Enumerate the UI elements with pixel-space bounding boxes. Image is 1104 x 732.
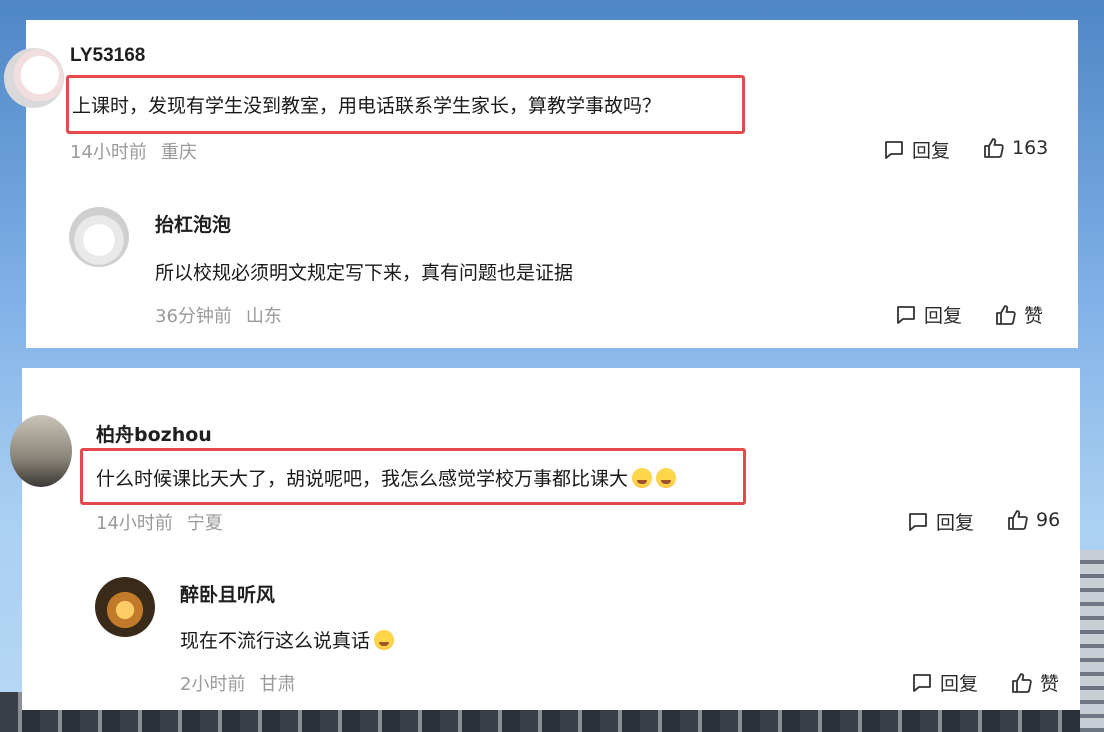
- comment-location: 重庆: [160, 142, 197, 163]
- comment-card-1: LY53168 上课时，发现有学生没到教室，用电话联系学生家长，算教学事故吗？ …: [4, 20, 1078, 348]
- laughing-crying-emoji-icon: [656, 468, 677, 488]
- like-button[interactable]: 96: [1006, 508, 1060, 532]
- comment-meta: 14小时前 重庆: [70, 138, 211, 164]
- like-button[interactable]: 163: [982, 136, 1048, 160]
- thumbs-up-icon: [984, 138, 1004, 158]
- comment-time: 14小时前: [96, 513, 173, 534]
- comment-username[interactable]: 柏舟bozhou: [96, 420, 212, 447]
- reply-button[interactable]: 回复: [894, 301, 962, 328]
- reply-text: 现在不流行这么说真话: [180, 626, 395, 653]
- comment-bubble-icon: [885, 140, 903, 159]
- thumbs-up-icon: [1012, 672, 1032, 693]
- reply-meta: 36分钟前 山东: [155, 302, 296, 328]
- comment-bubble-icon: [909, 512, 927, 531]
- like-count: 163: [1012, 137, 1049, 159]
- background-building-right: [1080, 550, 1104, 732]
- avatar[interactable]: [69, 207, 129, 267]
- comment-text: 什么时候课比天大了，胡说呢吧，我怎么感觉学校万事都比课大: [96, 464, 677, 491]
- reply-button[interactable]: 回复: [882, 136, 950, 163]
- like-label: 赞: [1024, 305, 1044, 327]
- like-button[interactable]: 赞: [994, 301, 1043, 328]
- comment-card-2: 柏舟bozhou 什么时候课比天大了，胡说呢吧，我怎么感觉学校万事都比课大 14…: [10, 368, 1080, 710]
- like-count: 96: [1036, 509, 1061, 531]
- reply-time: 36分钟前: [155, 306, 232, 327]
- reply-meta: 2小时前 甘肃: [180, 670, 309, 696]
- reply-username[interactable]: 醉卧且听风: [180, 580, 275, 607]
- avatar[interactable]: [10, 415, 72, 487]
- reply-location: 甘肃: [259, 674, 296, 695]
- comment-meta: 14小时前 宁夏: [96, 509, 237, 535]
- reply-label: 回复: [936, 512, 975, 534]
- avatar[interactable]: [95, 577, 155, 637]
- like-label: 赞: [1040, 673, 1060, 695]
- comment-bubble-icon: [913, 673, 931, 692]
- reply-button[interactable]: 回复: [910, 669, 978, 696]
- thumbs-up-icon: [996, 304, 1016, 325]
- laughing-crying-emoji-icon: [374, 630, 395, 650]
- reply-time: 2小时前: [180, 674, 246, 695]
- reply-location: 山东: [245, 306, 282, 327]
- comment-location: 宁夏: [186, 513, 223, 534]
- comment-text: 上课时，发现有学生没到教室，用电话联系学生家长，算教学事故吗？: [72, 95, 662, 117]
- reply-label: 回复: [912, 140, 951, 162]
- reply-username[interactable]: 抬杠泡泡: [155, 210, 231, 237]
- reply-label: 回复: [924, 305, 963, 327]
- comment-text-body: 什么时候课比天大了，胡说呢吧，我怎么感觉学校万事都比课大: [96, 468, 629, 490]
- reply-text: 所以校规必须明文规定写下来，真有问题也是证据: [155, 262, 574, 284]
- avatar[interactable]: [4, 48, 64, 108]
- laughing-crying-emoji-icon: [632, 468, 653, 488]
- comment-username[interactable]: LY53168: [70, 45, 145, 67]
- reply-text-body: 现在不流行这么说真话: [180, 630, 371, 652]
- reply-button[interactable]: 回复: [906, 508, 974, 535]
- comment-bubble-icon: [897, 305, 915, 324]
- comment-time: 14小时前: [70, 142, 147, 163]
- like-button[interactable]: 赞: [1010, 669, 1059, 696]
- reply-label: 回复: [940, 673, 979, 695]
- thumbs-up-icon: [1008, 510, 1028, 530]
